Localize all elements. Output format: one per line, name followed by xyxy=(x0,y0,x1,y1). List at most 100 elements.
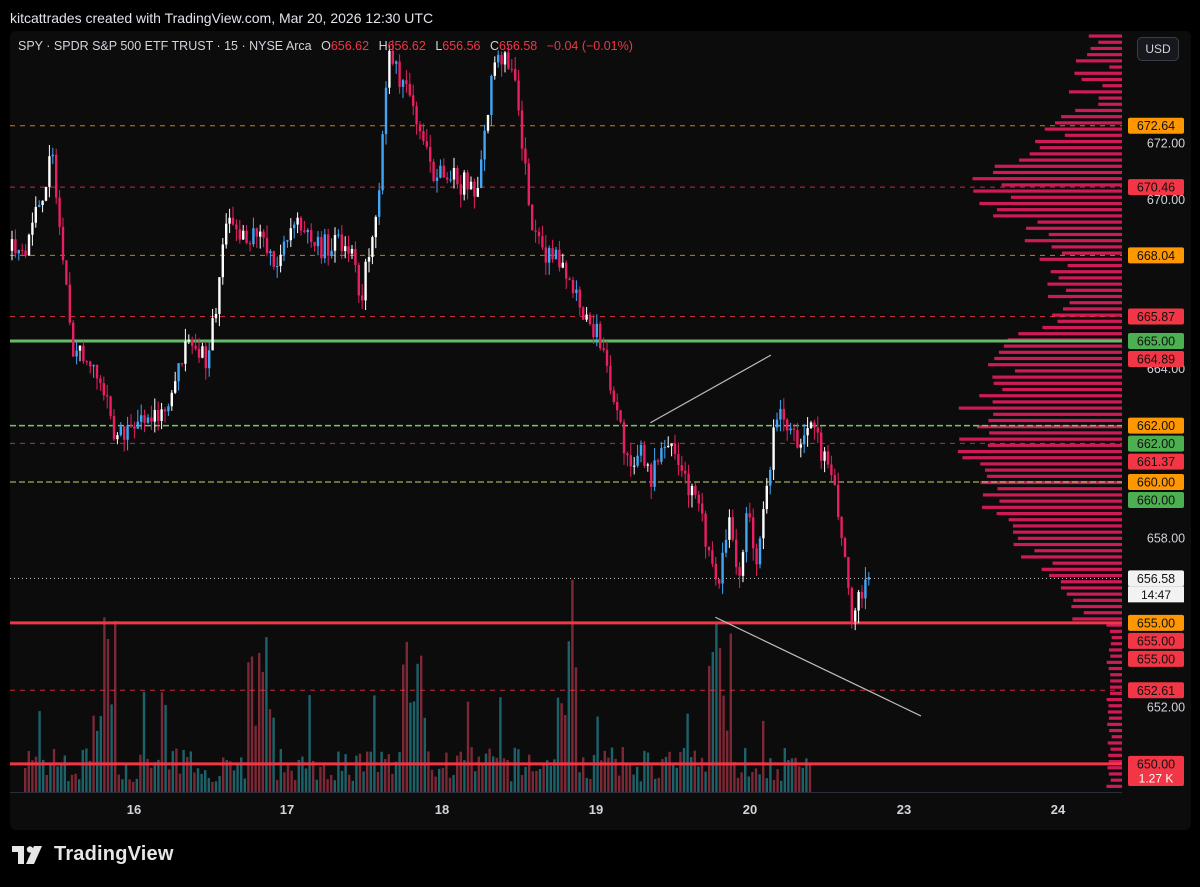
candle-body xyxy=(238,229,241,240)
volume-bar xyxy=(445,752,448,792)
volume-profile-bar xyxy=(1068,90,1122,94)
candle-body xyxy=(667,446,670,448)
candle-body xyxy=(180,363,184,365)
candle-body xyxy=(282,241,286,255)
volume-profile-bar xyxy=(993,381,1122,385)
candle-body xyxy=(480,159,483,189)
volume-bar xyxy=(492,756,495,792)
trendline[interactable] xyxy=(715,616,922,717)
volume-bar xyxy=(182,749,185,792)
candle-body xyxy=(684,470,687,474)
volume-bar xyxy=(232,770,236,792)
candle-body xyxy=(789,428,792,431)
candle-body xyxy=(116,435,119,440)
volume-bar xyxy=(391,773,394,792)
candle-body xyxy=(660,448,663,462)
volume-profile-bar xyxy=(1081,77,1122,82)
price-tick-label: 670.00 xyxy=(1147,193,1185,207)
candle-body xyxy=(541,236,544,248)
candle-body xyxy=(10,239,14,251)
candle-body xyxy=(741,552,745,576)
price-level-label: 652.61 xyxy=(1137,684,1175,698)
volume-profile-bar xyxy=(982,493,1122,497)
candle-body xyxy=(303,230,306,233)
change-value: −0.04 (−0.01%) xyxy=(546,39,633,53)
volume-bar xyxy=(153,762,156,792)
candle-body xyxy=(170,392,173,407)
volume-bar xyxy=(531,771,534,792)
candle-body xyxy=(293,224,296,229)
volume-profile-bar xyxy=(1073,598,1122,602)
volume-bar xyxy=(596,716,599,792)
volume-bar xyxy=(304,768,308,792)
volume-profile-bar xyxy=(1013,542,1122,547)
volume-bar xyxy=(740,772,743,792)
volume-bar xyxy=(456,755,459,792)
candle-body xyxy=(99,378,102,384)
price-chart[interactable]: 672.00670.00664.00658.00652.00672.64670.… xyxy=(10,31,1191,830)
candle-body xyxy=(24,250,27,256)
volume-profile-bar xyxy=(1029,152,1122,156)
candle-body xyxy=(857,591,860,611)
candle-body xyxy=(330,250,333,256)
volume-bar xyxy=(24,768,27,792)
candle-body xyxy=(605,349,609,366)
candle-body xyxy=(694,485,697,495)
volume-bar xyxy=(603,750,606,792)
volume-bar xyxy=(27,750,30,792)
volume-bar xyxy=(290,770,293,792)
price-level-label: 664.89 xyxy=(1137,353,1175,367)
volume-profile-bar xyxy=(1106,784,1122,788)
volume-profile-bar xyxy=(979,201,1122,206)
volume-bar xyxy=(520,775,524,792)
candle-body xyxy=(731,517,734,540)
volume-profile-bar xyxy=(1041,567,1122,571)
candle-body xyxy=(707,546,711,551)
volume-profile-bar xyxy=(1026,226,1122,230)
volume-profile-bar xyxy=(1107,710,1122,714)
candle-body xyxy=(384,87,388,135)
candle-body xyxy=(826,451,830,465)
volume-bar xyxy=(366,751,369,792)
brand-name: TradingView xyxy=(54,843,174,865)
volume-bar xyxy=(67,781,70,792)
volume-profile-bar xyxy=(1106,660,1122,664)
candle-body xyxy=(347,246,350,254)
time-tick-label: 20 xyxy=(743,802,757,817)
volume-bar xyxy=(34,756,38,792)
volume-bar xyxy=(722,695,725,792)
symbol-title: SPY · SPDR S&P 500 ETF TRUST · 15 · NYSE… xyxy=(18,39,312,53)
candle-body xyxy=(517,80,520,111)
trendline[interactable] xyxy=(650,354,772,424)
volume-bar xyxy=(524,766,527,792)
candle-body xyxy=(129,425,133,427)
volume-bar xyxy=(693,750,696,792)
candle-body xyxy=(537,231,541,237)
volume-bar xyxy=(780,780,783,792)
volume-bar xyxy=(438,768,441,792)
price-tick-label: 652.00 xyxy=(1147,700,1185,714)
volume-profile-bar xyxy=(1035,139,1122,144)
price-tick-label: 672.00 xyxy=(1147,137,1185,151)
volume-bar xyxy=(646,752,650,792)
candle-body xyxy=(775,419,779,428)
candle-body xyxy=(850,587,853,622)
candle-body xyxy=(782,408,785,420)
volume-bar xyxy=(214,781,218,792)
chart-panel[interactable]: 672.00 670.00 664.00 658.00 652.00 672.64 670.… xyxy=(10,31,1191,830)
candle-body xyxy=(847,557,850,588)
volume-bar xyxy=(430,769,434,792)
volume-profile-bar xyxy=(1008,518,1122,522)
volume-bar xyxy=(247,662,250,792)
volume-bar xyxy=(189,751,192,792)
candle-body xyxy=(17,249,20,254)
currency-button[interactable]: USD xyxy=(1137,37,1179,61)
volume-bar xyxy=(358,753,362,792)
candle-body xyxy=(89,361,92,367)
candle-body xyxy=(320,236,323,259)
volume-bar xyxy=(135,778,138,792)
candle-body xyxy=(286,240,289,242)
volume-bar xyxy=(708,665,711,792)
candle-body xyxy=(231,217,235,225)
candle-body xyxy=(327,234,330,256)
